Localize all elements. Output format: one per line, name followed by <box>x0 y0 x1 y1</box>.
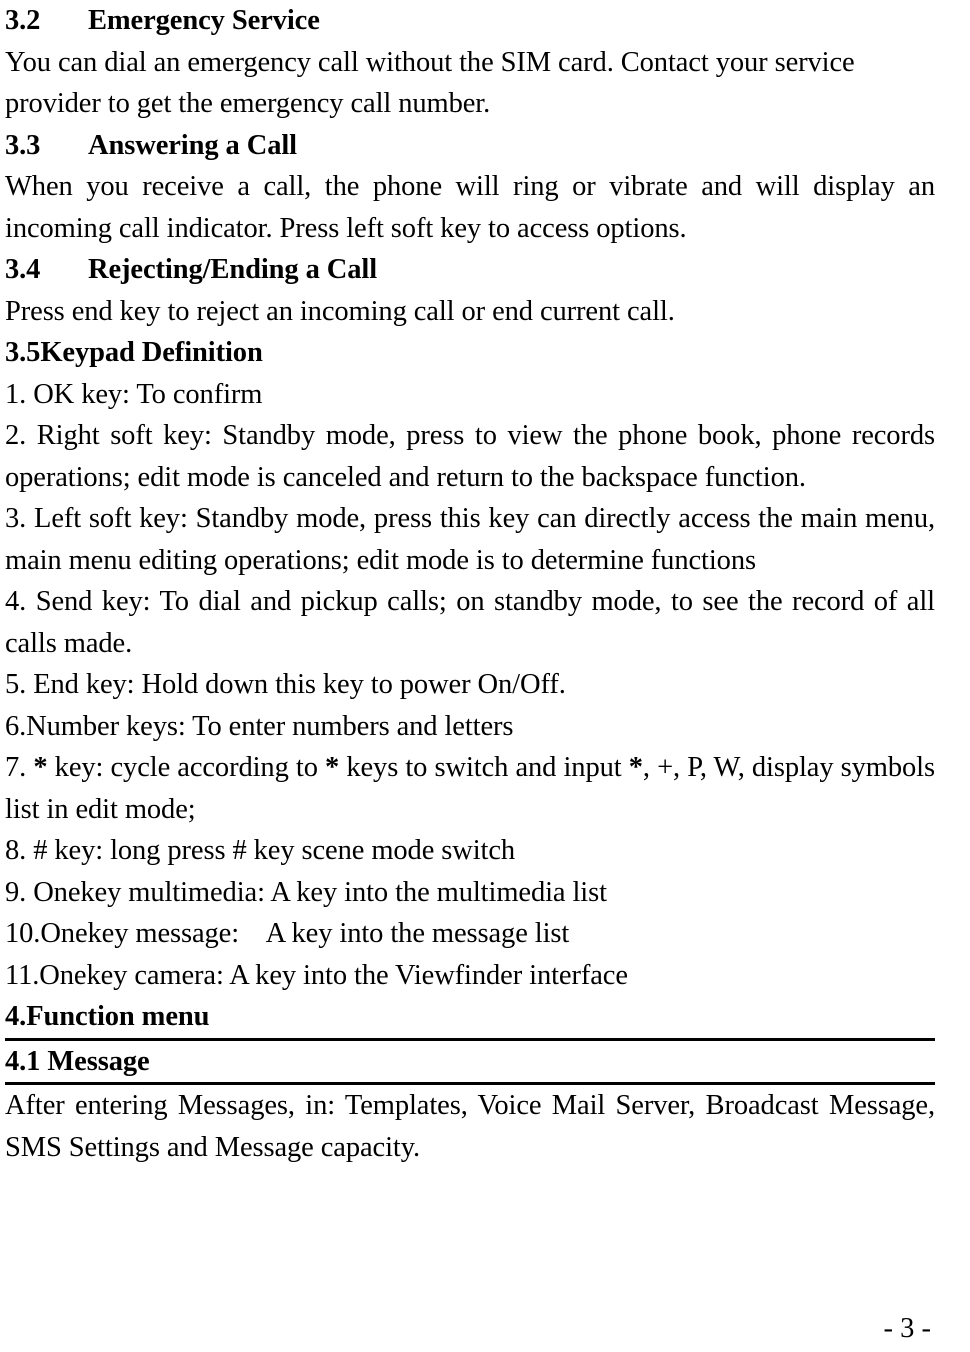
asterisk-icon: * <box>325 752 340 783</box>
keypad-item-4: 4. Send key: To dial and pickup calls; o… <box>5 586 935 659</box>
heading-3-4-number: 3.4 <box>5 254 41 285</box>
heading-4-title: Function menu <box>26 1001 210 1032</box>
keypad-item-7-mid1: key: cycle according to <box>47 752 326 783</box>
keypad-item-10: 10.Onekey message: A key into the messag… <box>5 918 570 949</box>
keypad-item-7-prefix: 7. <box>5 752 34 783</box>
document-page: 3.2 Emergency Service You can dial an eme… <box>5 0 935 1352</box>
heading-3-4-title: Rejecting/Ending a Call <box>88 254 378 285</box>
paragraph-3-2-body: You can dial an emergency call without t… <box>5 46 855 120</box>
paragraph-3-4-body: Press end key to reject an incoming call… <box>5 295 675 327</box>
keypad-item-3: 3. Left soft key: Standby mode, press th… <box>5 503 935 576</box>
heading-3-2-title: Emergency Service <box>88 5 320 36</box>
keypad-item-11: 11.Onekey camera: A key into the Viewfin… <box>5 959 628 991</box>
paragraph-3-3-body: When you receive a call, the phone will … <box>5 171 935 244</box>
keypad-item-7: 7. * key: cycle according to * keys to s… <box>5 747 935 830</box>
heading-3-3: 3.3 Answering a Call <box>5 125 935 167</box>
asterisk-icon: * <box>628 752 643 783</box>
keypad-item-2: 2. Right soft key: Standby mode, press t… <box>5 420 935 493</box>
heading-3-4: 3.4 Rejecting/Ending a Call <box>5 249 935 291</box>
page-number: - 3 - <box>883 1313 931 1344</box>
heading-4-1-title: Message <box>47 1045 150 1077</box>
heading-4-1-number: 4.1 <box>5 1045 41 1077</box>
heading-4-function-menu: 4.Function menu <box>5 996 935 1038</box>
keypad-item-6: 6.Number keys: To enter numbers and lett… <box>5 710 514 742</box>
keypad-item-1: 1. OK key: To confirm <box>5 378 263 410</box>
heading-3-2-number: 3.2 <box>5 5 41 36</box>
heading-3-3-title: Answering a Call <box>88 129 297 161</box>
heading-4-number: 4. <box>5 1001 27 1032</box>
heading-3-5-number: 3.5 <box>5 337 41 368</box>
keypad-item-8: 8. # key: long press # key scene mode sw… <box>5 835 516 866</box>
asterisk-icon: * <box>33 752 48 783</box>
heading-4-1-message: 4.1 Message <box>5 1041 935 1083</box>
keypad-item-7-mid2: keys to switch and input <box>339 752 629 783</box>
heading-3-2: 3.2 Emergency Service <box>5 0 935 42</box>
keypad-item-9: 9. Onekey multimedia: A key into the mul… <box>5 876 607 908</box>
heading-3-3-number: 3.3 <box>5 129 41 161</box>
keypad-item-5: 5. End key: Hold down this key to power … <box>5 669 566 700</box>
heading-3-5-title: Keypad Definition <box>40 337 263 368</box>
paragraph-4-1-body: After entering Messages, in: Templates, … <box>5 1090 935 1163</box>
heading-3-5: 3.5Keypad Definition <box>5 332 935 374</box>
